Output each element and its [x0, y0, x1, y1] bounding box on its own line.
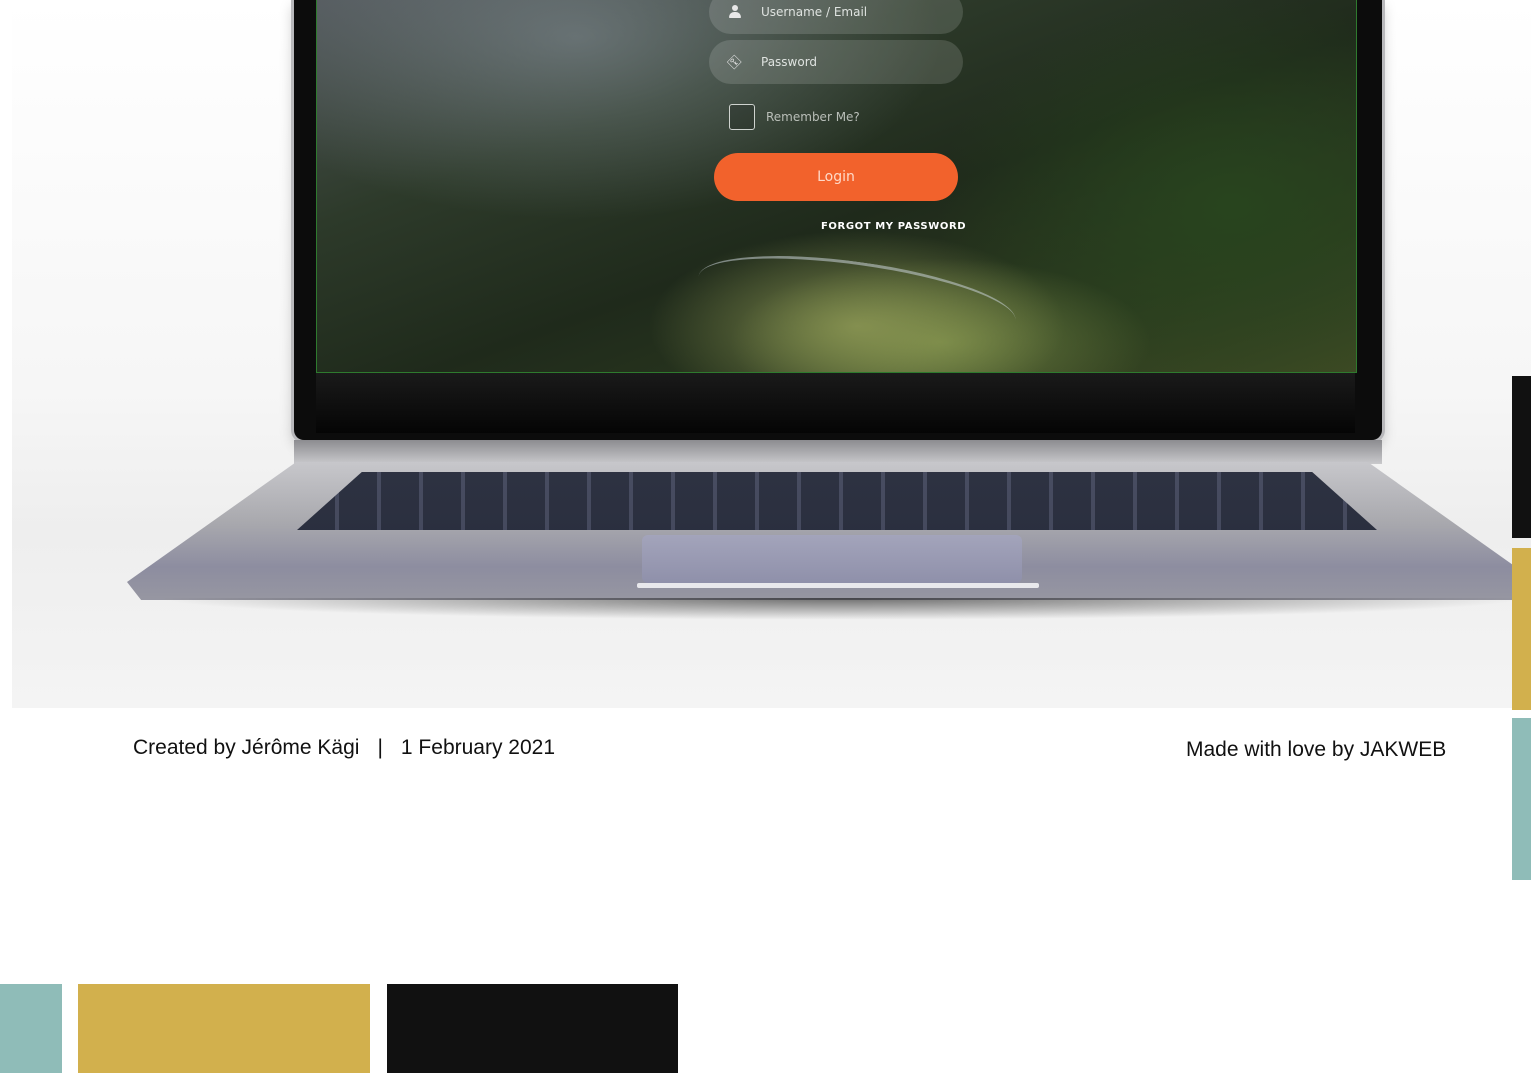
laptop-mockup: Username / Email ⚿ Password Remember Me?…	[12, 0, 1531, 708]
creator-name: Created by Jérôme Kägi	[133, 736, 360, 759]
user-icon	[709, 5, 761, 19]
laptop-hinge	[294, 440, 1382, 464]
credit-separator: |	[377, 736, 383, 759]
made-with-love: Made with love by JAKWEB	[1186, 738, 1447, 761]
username-placeholder: Username / Email	[761, 5, 868, 19]
username-field[interactable]: Username / Email	[709, 0, 963, 34]
screen-bezel	[316, 373, 1355, 433]
swatch-gold	[78, 984, 370, 1073]
swatch-teal-right	[1512, 718, 1531, 880]
laptop-lid: Username / Email ⚿ Password Remember Me?…	[294, 0, 1382, 440]
laptop-lip	[637, 583, 1039, 588]
swatch-black	[387, 984, 678, 1073]
remember-me-label: Remember Me?	[766, 110, 860, 124]
swatch-black-right	[1512, 376, 1531, 538]
forgot-password-link[interactable]: FORGOT MY PASSWORD	[821, 221, 966, 232]
password-field[interactable]: ⚿ Password	[709, 40, 963, 84]
key-icon: ⚿	[724, 51, 746, 73]
swatch-gold-right	[1512, 548, 1531, 710]
password-placeholder: Password	[761, 55, 818, 69]
laptop-trackpad	[642, 535, 1022, 583]
login-form: Username / Email ⚿ Password Remember Me?…	[317, 0, 1356, 372]
laptop-screen: Username / Email ⚿ Password Remember Me?…	[316, 0, 1357, 373]
creator-credit: Created by Jérôme Kägi | 1 February 2021	[133, 736, 555, 760]
remember-me-checkbox[interactable]	[729, 104, 755, 130]
laptop-keyboard	[297, 472, 1377, 530]
swatch-teal	[0, 984, 62, 1073]
remember-me: Remember Me?	[729, 104, 860, 130]
login-button[interactable]: Login	[714, 153, 958, 201]
creation-date: 1 February 2021	[400, 736, 556, 759]
